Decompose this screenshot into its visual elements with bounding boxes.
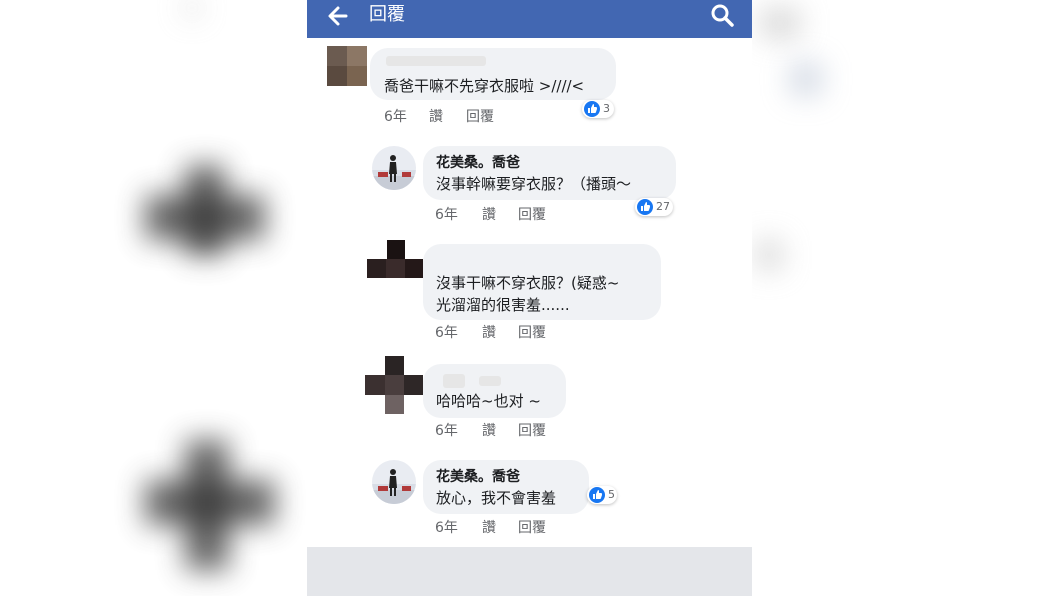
like-icon [589,487,605,503]
reaction-count[interactable]: 27 [635,198,673,216]
comment-bubble: 沒事干嘛不穿衣服？(疑惑~ 光溜溜的很害羞...... [423,244,661,320]
reply-link[interactable]: 回覆 [518,517,546,537]
avatar[interactable] [372,146,416,190]
comment-bubble: 花美桑。喬爸 沒事幹嘛要穿衣服？（播頭～ [423,146,676,200]
timestamp: 6年 [435,423,458,439]
background-blur [145,195,265,240]
timestamp: 6年 [384,109,407,125]
reply-link[interactable]: 回覆 [466,106,494,126]
comment-author[interactable]: 花美桑。喬爸 [436,152,520,174]
reaction-number: 27 [656,200,670,213]
comment-text-line2: 光溜溜的很害羞...... [436,296,570,314]
reaction-count[interactable]: 3 [582,100,614,118]
like-link[interactable]: 讚 [482,204,496,224]
like-link[interactable]: 讚 [482,517,496,537]
top-bar: 回覆 [307,0,752,38]
like-link[interactable]: 讚 [482,322,496,342]
background-blur [145,480,275,525]
avatar[interactable] [372,460,416,504]
back-arrow-icon[interactable] [327,5,349,27]
reaction-number: 5 [608,488,615,501]
comment-bubble: 哈哈哈~也对 ~ [423,364,566,418]
reaction-count[interactable]: 5 [587,486,617,504]
like-icon [584,101,600,117]
comment-input-area[interactable] [307,547,752,596]
background-blur [760,8,800,38]
comment-text-line1: 沒事干嘛不穿衣服？(疑惑~ [436,274,620,292]
avatar[interactable] [327,46,367,86]
page-title: 回覆 [369,4,405,25]
blurred-name [386,56,486,66]
search-icon[interactable] [710,3,734,27]
comment-author[interactable]: 花美桑。喬爸 [436,466,520,488]
like-icon [637,199,653,215]
blurred-name [443,374,465,388]
avatar[interactable] [365,356,423,414]
blurred-name [479,376,501,386]
like-link[interactable]: 讚 [429,106,443,126]
reply-link[interactable]: 回覆 [518,204,546,224]
timestamp: 6年 [435,207,458,223]
reaction-number: 3 [603,102,610,115]
comment-bubble: 花美桑。喬爸 放心，我不會害羞 [423,460,589,514]
phone-screen: 回覆 喬爸干嘛不先穿衣服啦 >////< 6年 讚 回覆 3 花美桑。喬爸 沒事… [307,0,752,596]
background-blur [790,62,822,96]
like-link[interactable]: 讚 [482,420,496,440]
avatar[interactable] [367,240,423,278]
comment-text: 喬爸干嘛不先穿衣服啦 >////< [384,77,585,95]
reply-link[interactable]: 回覆 [518,322,546,342]
background-blur [185,0,199,16]
background-blur [756,240,782,270]
comment-text: 沒事幹嘛要穿衣服？（播頭～ [436,175,632,193]
timestamp: 6年 [435,325,458,341]
comment-text: 放心，我不會害羞 [436,489,557,507]
reply-link[interactable]: 回覆 [518,420,546,440]
comment-bubble: 喬爸干嘛不先穿衣服啦 >////< [370,48,616,100]
comment-text: 哈哈哈~也对 ~ [436,392,541,410]
timestamp: 6年 [435,520,458,536]
